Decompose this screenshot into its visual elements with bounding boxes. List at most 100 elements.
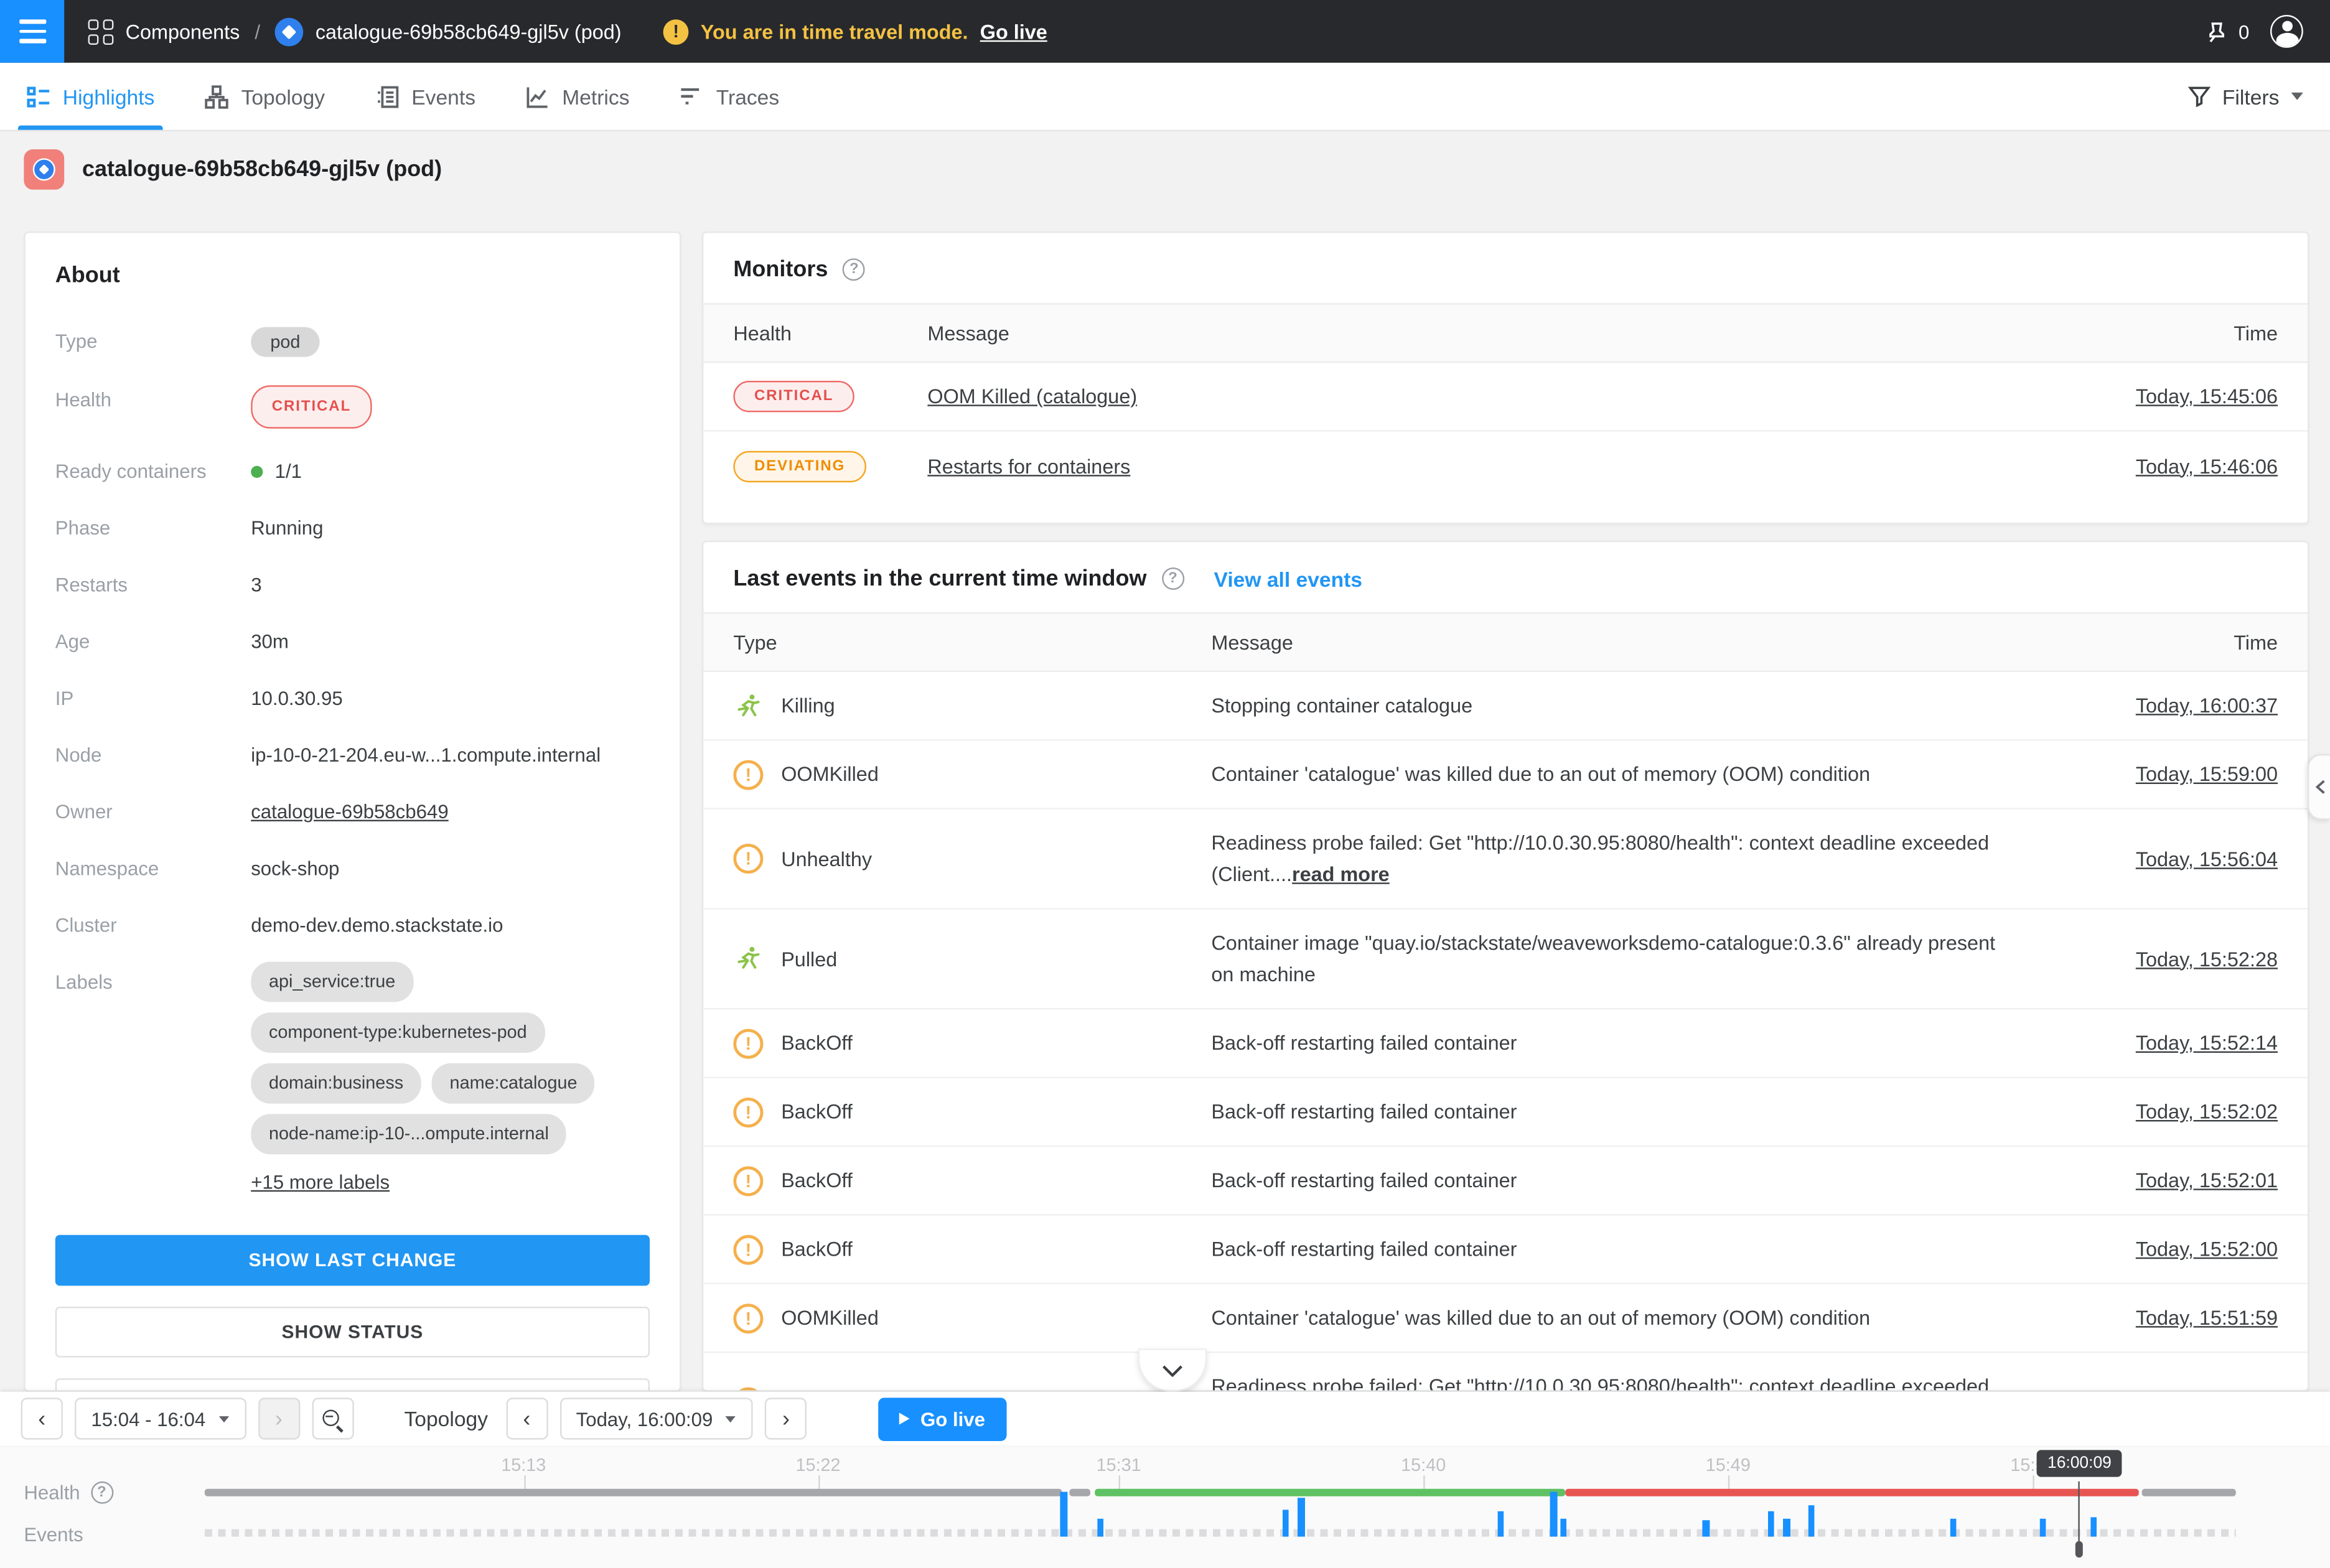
monitor-message-link[interactable]: OOM Killed (catalogue) xyxy=(927,385,1137,408)
menu-icon[interactable] xyxy=(0,0,64,63)
label-pill: component-type:kubernetes-pod xyxy=(251,1012,545,1053)
owner-link[interactable]: catalogue-69b58cb649 xyxy=(251,800,448,823)
event-count-bar[interactable] xyxy=(2090,1516,2097,1536)
event-time-link[interactable]: Today, 15:59:00 xyxy=(2136,763,2278,785)
show-last-change-button[interactable]: SHOW LAST CHANGE xyxy=(55,1235,650,1286)
go-live-link[interactable]: Go live xyxy=(980,20,1047,42)
event-time-link[interactable]: Today, 16:00:37 xyxy=(2136,694,2278,717)
event-message: Container 'catalogue' was killed due to … xyxy=(1211,763,1870,785)
tab-highlights[interactable]: Highlights xyxy=(27,63,154,130)
event-message: Stopping container catalogue xyxy=(1211,694,1472,717)
warning-circle-icon: ! xyxy=(733,1165,763,1195)
event-count-bar[interactable] xyxy=(1550,1491,1557,1536)
help-icon[interactable]: ? xyxy=(843,258,865,281)
timeline-tick-label: 15:31 xyxy=(1097,1455,1141,1476)
tab-bar: Highlights Topology Events Metrics Trace… xyxy=(0,63,2330,131)
warning-circle-icon: ! xyxy=(733,1234,763,1264)
event-count-bar[interactable] xyxy=(1784,1518,1790,1536)
event-count-bar[interactable] xyxy=(1282,1509,1289,1536)
read-more-link[interactable]: read more xyxy=(1292,863,1390,885)
help-icon[interactable]: ? xyxy=(90,1482,113,1504)
event-count-bar[interactable] xyxy=(1560,1518,1567,1536)
tab-topology[interactable]: Topology xyxy=(205,63,325,130)
about-row-cluster: Cluster demo-dev.demo.stackstate.io xyxy=(55,911,650,940)
about-title: About xyxy=(55,263,650,288)
event-time-link[interactable]: Today, 15:52:28 xyxy=(2136,948,2278,970)
event-count-bar[interactable] xyxy=(2039,1518,2046,1536)
range-forward-button[interactable]: › xyxy=(258,1398,299,1439)
page-header: catalogue-69b58cb649-gjl5v (pod) xyxy=(24,149,442,190)
monitor-time-link[interactable]: Today, 15:45:06 xyxy=(2136,385,2278,408)
topbar-right: 0 xyxy=(2202,15,2330,48)
event-type: BackOff xyxy=(781,1169,853,1192)
range-back-button[interactable]: ‹ xyxy=(21,1398,63,1439)
event-time-link[interactable]: Today, 15:56:04 xyxy=(2136,847,2278,870)
health-segment-unknown xyxy=(205,1489,1062,1496)
filters-button[interactable]: Filters xyxy=(2188,85,2303,108)
more-labels-link[interactable]: +15 more labels xyxy=(251,1171,390,1193)
event-count-bar[interactable] xyxy=(1097,1518,1104,1536)
view-all-events-link[interactable]: View all events xyxy=(1214,567,1362,590)
event-row: !UnhealthyReadiness probe failed: Get "h… xyxy=(703,1353,2308,1391)
events-title: Last events in the current time window xyxy=(733,566,1146,592)
event-time-link[interactable]: Today, 15:51:59 xyxy=(2136,1307,2278,1329)
timeline-tick-mark xyxy=(1119,1475,1120,1489)
monitors-table-header: Health Message Time xyxy=(703,303,2308,363)
tab-metrics[interactable]: Metrics xyxy=(526,63,630,130)
event-count-bar[interactable] xyxy=(1060,1491,1067,1536)
monitor-message-link[interactable]: Restarts for containers xyxy=(927,455,1130,477)
show-status-button[interactable]: SHOW STATUS xyxy=(55,1307,650,1358)
zoom-out-button[interactable] xyxy=(312,1398,353,1439)
user-avatar-icon[interactable] xyxy=(2270,15,2303,48)
time-forward-button[interactable]: › xyxy=(765,1398,807,1439)
timeline-zone: Health ? Events 16:00:09 15:1315:2215:31… xyxy=(0,1445,2330,1568)
timeline-track[interactable]: 16:00:09 15:1315:2215:3115:4015:4915:58 xyxy=(205,1445,2236,1568)
event-time-link[interactable]: Today, 15:52:02 xyxy=(2136,1101,2278,1123)
event-count-bar[interactable] xyxy=(1808,1505,1815,1536)
event-count-bar[interactable] xyxy=(1497,1511,1504,1536)
breadcrumb-current[interactable]: catalogue-69b58cb649-gjl5v (pod) xyxy=(275,17,622,46)
highlights-icon xyxy=(27,85,50,108)
event-type: BackOff xyxy=(781,1032,853,1054)
help-icon[interactable]: ? xyxy=(1162,567,1184,590)
monitor-time-link[interactable]: Today, 15:46:06 xyxy=(2136,455,2278,477)
about-row-ready: Ready containers 1/1 xyxy=(55,457,650,485)
go-live-button[interactable]: Go live xyxy=(879,1397,1006,1440)
event-count-bar[interactable] xyxy=(1950,1518,1957,1536)
event-time-link[interactable]: Today, 15:52:00 xyxy=(2136,1238,2278,1261)
event-message: Back-off restarting failed container xyxy=(1211,1032,1517,1054)
metrics-icon xyxy=(526,85,550,108)
about-panel: About Type pod Health CRITICAL Ready con… xyxy=(24,231,681,1392)
event-message: Back-off restarting failed container xyxy=(1211,1169,1517,1192)
about-row-owner: Owner catalogue-69b58cb649 xyxy=(55,798,650,826)
expand-right-panel-button[interactable] xyxy=(2308,754,2330,820)
about-row-health: Health CRITICAL xyxy=(55,385,650,429)
event-row: ! BackOff Back-off restarting failed conta… xyxy=(703,1147,2308,1215)
about-row-namespace: Namespace sock-shop xyxy=(55,854,650,883)
event-message: Container 'catalogue' was killed due to … xyxy=(1211,1307,1870,1329)
breadcrumb-section[interactable]: Components xyxy=(126,20,240,42)
tab-events[interactable]: Events xyxy=(376,63,475,130)
event-type: OOMKilled xyxy=(781,763,879,785)
breadcrumb[interactable]: Components xyxy=(88,19,240,44)
about-actions: SHOW LAST CHANGE SHOW STATUS SHOW CONFIG… xyxy=(55,1235,650,1392)
event-count-bar[interactable] xyxy=(1702,1519,1709,1536)
tab-traces[interactable]: Traces xyxy=(680,63,779,130)
topology-icon xyxy=(205,85,229,108)
show-configuration-button[interactable]: SHOW CONFIGURATION xyxy=(55,1378,650,1392)
event-time-link[interactable]: Today, 15:52:01 xyxy=(2136,1169,2278,1192)
warning-circle-icon: ! xyxy=(733,1388,763,1392)
event-count-bar[interactable] xyxy=(1767,1511,1774,1536)
datetime-select[interactable]: Today, 16:00:09 xyxy=(559,1398,753,1439)
time-back-button[interactable]: ‹ xyxy=(506,1398,548,1439)
event-row: PulledContainer image "quay.io/stackstat… xyxy=(703,910,2308,1010)
top-bar: Components / catalogue-69b58cb649-gjl5v … xyxy=(0,0,2330,63)
timeline-cursor-handle[interactable] xyxy=(2075,1541,2083,1557)
cursor-time-tooltip: 16:00:09 xyxy=(2037,1450,2122,1477)
event-type: Killing xyxy=(781,694,835,717)
event-count-bar[interactable] xyxy=(1298,1497,1305,1536)
time-range-select[interactable]: 15:04 - 16:04 xyxy=(75,1398,246,1439)
monitors-panel: Monitors ? Health Message Time CRITICALO… xyxy=(702,231,2309,524)
event-time-link[interactable]: Today, 15:52:14 xyxy=(2136,1032,2278,1054)
pinned-views[interactable]: 0 xyxy=(2202,19,2249,44)
